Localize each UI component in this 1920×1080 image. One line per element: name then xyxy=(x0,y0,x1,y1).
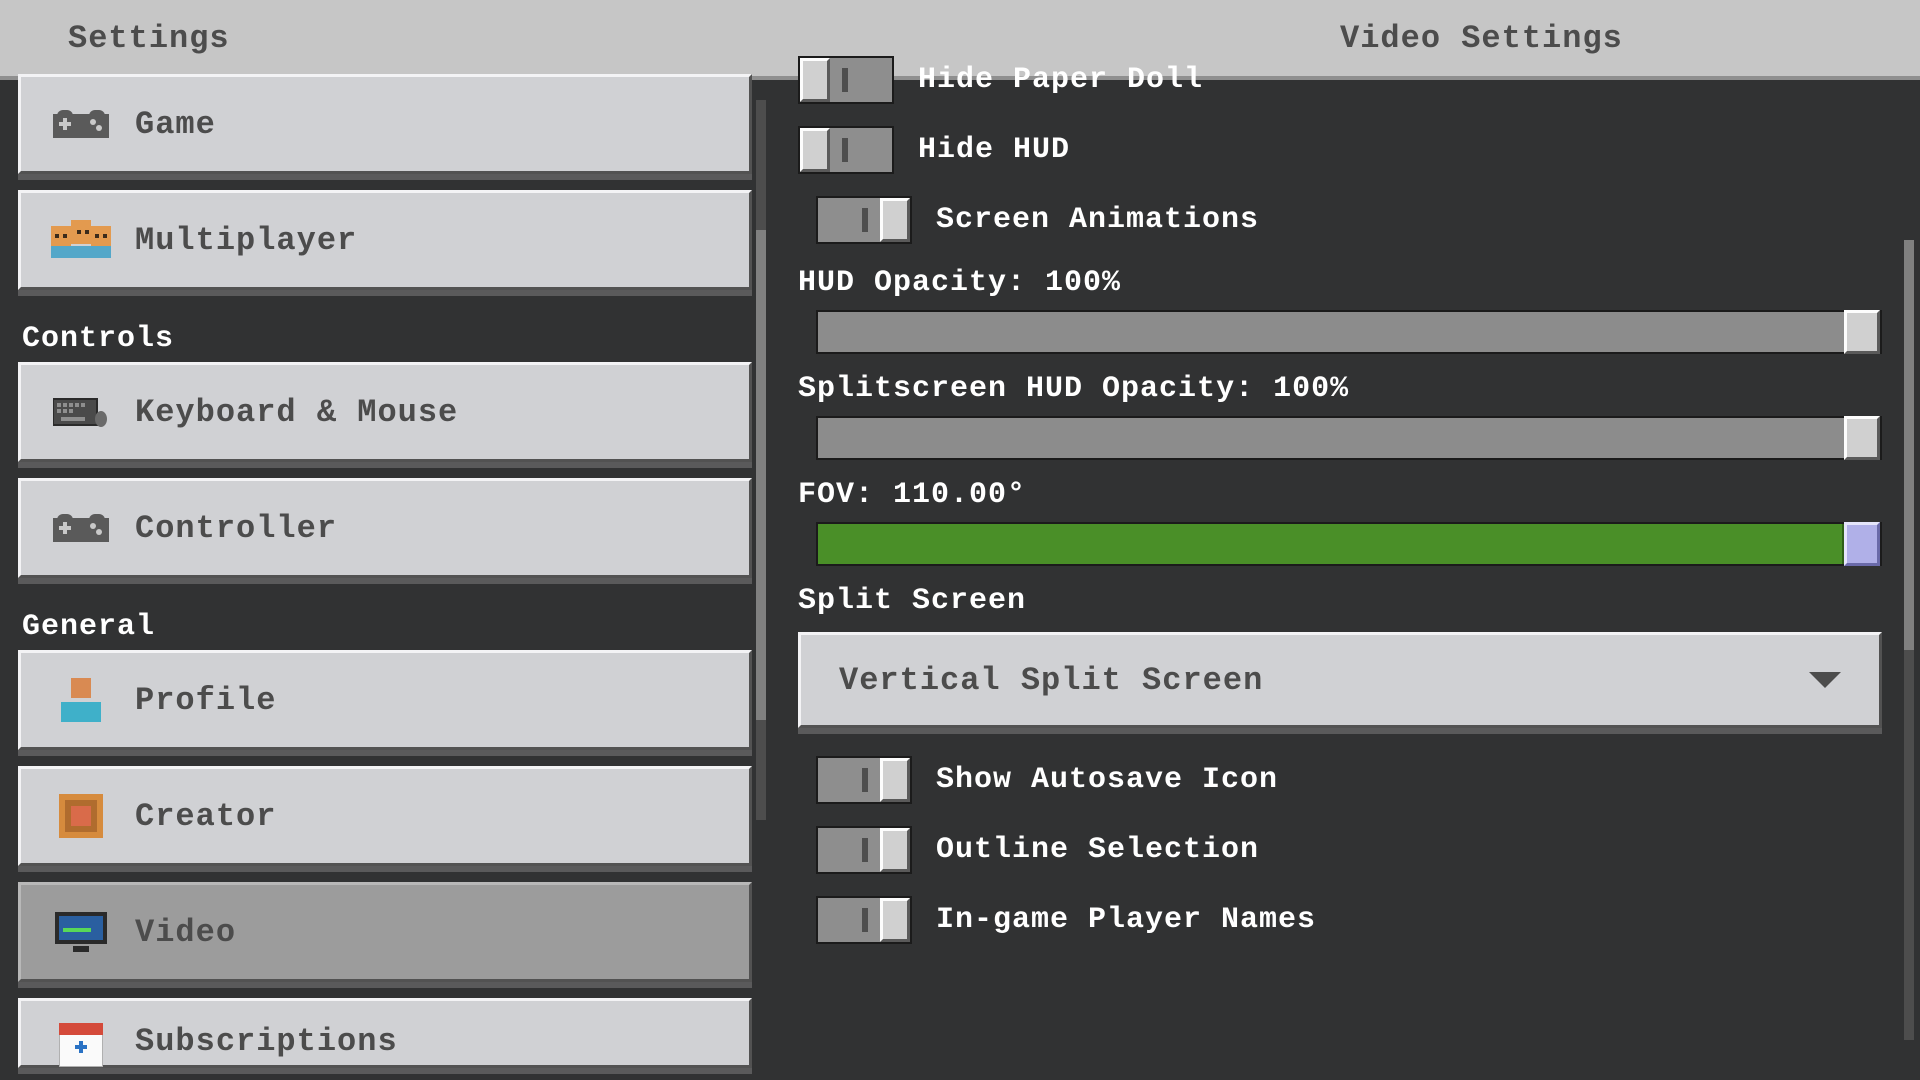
sidebar-scrollbar-thumb[interactable] xyxy=(756,230,766,720)
toggle-row-player-names: In-game Player Names xyxy=(816,896,1882,944)
sidebar-item-profile[interactable]: Profile xyxy=(18,650,752,750)
dropdown-value: Vertical Split Screen xyxy=(839,662,1263,699)
video-icon xyxy=(45,912,117,952)
toggle-row-show-autosave: Show Autosave Icon xyxy=(816,756,1882,804)
slider-splitscreen-hud-opacity[interactable] xyxy=(816,416,1882,460)
toggle-hide-paper-doll[interactable] xyxy=(798,56,894,104)
toggle-row-hide-paper-doll: Hide Paper Doll xyxy=(798,56,1882,104)
sidebar-item-subscriptions[interactable]: Subscriptions xyxy=(18,998,752,1068)
toggle-hide-hud[interactable] xyxy=(798,126,894,174)
section-label-split-screen: Split Screen xyxy=(798,584,1882,618)
sidebar-item-controller[interactable]: Controller xyxy=(18,478,752,578)
profile-icon xyxy=(45,678,117,722)
sidebar-item-label: Video xyxy=(135,914,236,951)
content-panel: Hide Paper Doll Hide HUD Screen Animatio… xyxy=(770,80,1920,1080)
dropdown-split-screen[interactable]: Vertical Split Screen xyxy=(798,632,1882,728)
sidebar-item-label: Subscriptions xyxy=(135,1023,398,1060)
slider-hud-opacity[interactable] xyxy=(816,310,1882,354)
subscriptions-icon xyxy=(45,1023,117,1067)
page-title-left: Settings xyxy=(68,20,230,57)
toggle-show-autosave[interactable] xyxy=(816,756,912,804)
toggle-outline-selection[interactable] xyxy=(816,826,912,874)
toggle-label: Show Autosave Icon xyxy=(936,763,1278,797)
sidebar-item-label: Multiplayer xyxy=(135,222,357,259)
sidebar-item-label: Game xyxy=(135,106,216,143)
toggle-label: In-game Player Names xyxy=(936,903,1316,937)
slider-label-splitscreen-hud-opacity: Splitscreen HUD Opacity: 100% xyxy=(798,372,1882,406)
sidebar-item-label: Profile xyxy=(135,682,276,719)
page-title-right: Video Settings xyxy=(1340,20,1623,57)
sidebar: Game Multiplayer Controls Keyboard & Mou… xyxy=(0,80,770,1080)
toggle-row-outline-selection: Outline Selection xyxy=(816,826,1882,874)
controller-icon xyxy=(45,510,117,546)
slider-label-hud-opacity: HUD Opacity: 100% xyxy=(798,266,1882,300)
controller-icon xyxy=(45,106,117,142)
multiplayer-icon xyxy=(45,220,117,260)
content-scrollbar[interactable] xyxy=(1904,240,1914,1040)
sidebar-category-controls: Controls xyxy=(18,306,752,362)
toggle-row-hide-hud: Hide HUD xyxy=(798,126,1882,174)
content-scrollbar-thumb[interactable] xyxy=(1904,240,1914,650)
slider-label-fov: FOV: 110.00° xyxy=(798,478,1882,512)
toggle-row-screen-animations: Screen Animations xyxy=(816,196,1882,244)
keyboard-icon xyxy=(45,395,117,429)
sidebar-item-game[interactable]: Game xyxy=(18,74,752,174)
toggle-label: Screen Animations xyxy=(936,203,1259,237)
chevron-down-icon xyxy=(1809,672,1841,688)
toggle-label: Hide Paper Doll xyxy=(918,63,1203,97)
sidebar-item-label: Creator xyxy=(135,798,276,835)
sidebar-item-multiplayer[interactable]: Multiplayer xyxy=(18,190,752,290)
toggle-player-names[interactable] xyxy=(816,896,912,944)
sidebar-item-label: Controller xyxy=(135,510,337,547)
creator-icon xyxy=(45,794,117,838)
toggle-label: Hide HUD xyxy=(918,133,1070,167)
slider-fov[interactable] xyxy=(816,522,1882,566)
sidebar-item-keyboard[interactable]: Keyboard & Mouse xyxy=(18,362,752,462)
sidebar-item-creator[interactable]: Creator xyxy=(18,766,752,866)
sidebar-scrollbar[interactable] xyxy=(756,100,766,820)
sidebar-item-label: Keyboard & Mouse xyxy=(135,394,458,431)
sidebar-category-general: General xyxy=(18,594,752,650)
sidebar-item-video[interactable]: Video xyxy=(18,882,752,982)
toggle-screen-animations[interactable] xyxy=(816,196,912,244)
toggle-label: Outline Selection xyxy=(936,833,1259,867)
